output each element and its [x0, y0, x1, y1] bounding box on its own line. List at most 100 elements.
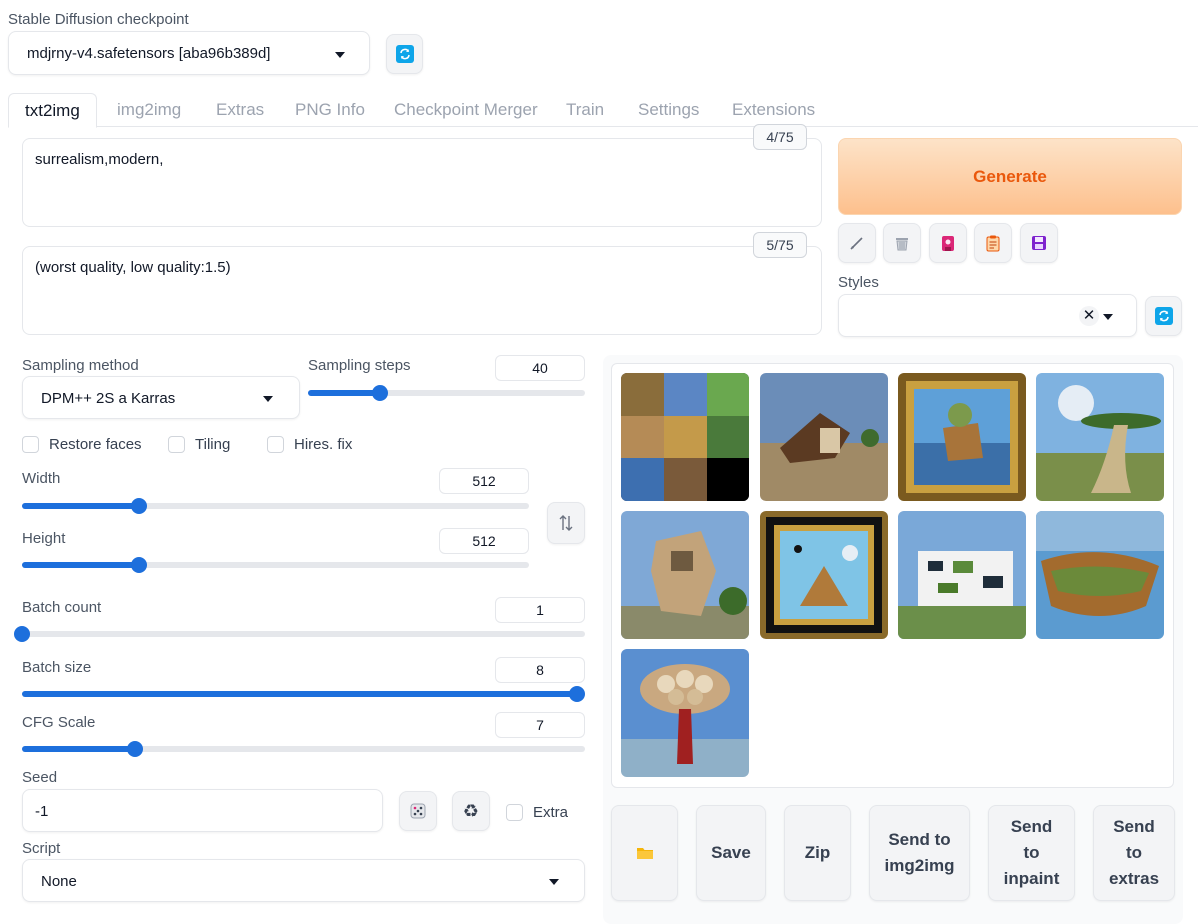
tab-settings[interactable]: Settings [638, 93, 699, 127]
checkpoint-select[interactable]: mdjrny-v4.safetensors [aba96b389d] [8, 31, 370, 75]
save-style-button[interactable] [1020, 223, 1058, 263]
save-button[interactable]: Save [696, 805, 766, 901]
slider-fill [22, 746, 135, 752]
clear-prompt-button[interactable] [883, 223, 921, 263]
seed-label: Seed [22, 769, 58, 786]
tiling-checkbox[interactable]: Tiling [168, 436, 230, 453]
tab-txt2img[interactable]: txt2img [8, 93, 97, 128]
script-select[interactable]: None [22, 859, 585, 902]
extra-networks-button[interactable] [929, 223, 967, 263]
sampling-steps-input[interactable]: 40 [495, 355, 585, 381]
batch-size-slider[interactable] [22, 686, 585, 702]
negative-prompt-textarea[interactable]: (worst quality, low quality:1.5) [22, 246, 822, 335]
sampling-method-label: Sampling method [22, 357, 139, 374]
image-thumbnail [621, 649, 749, 777]
tiling-label: Tiling [195, 436, 231, 453]
trash-icon [896, 238, 908, 251]
swap-dimensions-button[interactable] [547, 502, 585, 544]
chevron-down-icon [549, 879, 559, 885]
height-label: Height [22, 530, 66, 547]
cfg-scale-slider[interactable] [22, 741, 585, 757]
extra-seed-checkbox[interactable]: Extra [506, 804, 568, 821]
checkpoint-value: mdjrny-v4.safetensors [aba96b389d] [27, 45, 271, 62]
read-params-button[interactable] [838, 223, 876, 263]
send-to-inpaint-button[interactable]: Send to inpaint [988, 805, 1075, 901]
batch-size-label: Batch size [22, 659, 92, 676]
slider-thumb[interactable] [130, 498, 147, 514]
sampling-steps-label: Sampling steps [308, 357, 411, 374]
extra-label: Extra [533, 804, 569, 821]
swap-vertical-icon [559, 515, 573, 531]
gallery-image[interactable] [1036, 511, 1164, 639]
checkbox-box[interactable] [168, 436, 185, 453]
slider-fill [22, 691, 577, 697]
slider-fill [22, 562, 139, 568]
batch-count-slider[interactable] [14, 626, 585, 642]
prompt-textarea[interactable]: surrealism,modern, [22, 138, 822, 227]
prompt-text: surrealism,modern, [35, 151, 164, 168]
script-label: Script [22, 840, 61, 857]
slider-thumb[interactable] [130, 557, 147, 573]
negative-prompt-text: (worst quality, low quality:1.5) [35, 259, 231, 276]
tab-png-info[interactable]: PNG Info [295, 93, 365, 127]
gallery-image[interactable] [898, 373, 1026, 501]
gallery-image[interactable] [760, 511, 888, 639]
cfg-scale-input[interactable]: 7 [495, 712, 585, 738]
slider-thumb[interactable] [126, 741, 143, 757]
styles-label: Styles [838, 274, 879, 291]
refresh-checkpoint-button[interactable] [386, 34, 423, 74]
bookmark-icon [942, 236, 954, 251]
sampling-steps-slider[interactable] [308, 385, 585, 401]
height-input[interactable]: 512 [439, 528, 529, 554]
image-thumbnail [898, 511, 1026, 639]
gallery-image[interactable] [760, 373, 888, 501]
prompt-token-counter: 4/75 [753, 124, 807, 150]
gallery-image[interactable] [621, 649, 749, 777]
hires-fix-checkbox[interactable]: Hires. fix [267, 436, 352, 453]
seed-value: -1 [35, 803, 49, 820]
folder-icon [636, 848, 653, 859]
random-seed-button[interactable] [399, 791, 437, 831]
refresh-styles-button[interactable] [1145, 296, 1182, 336]
reuse-seed-button[interactable]: ♻ [452, 791, 490, 831]
tab-extras[interactable]: Extras [216, 93, 264, 127]
open-folder-button[interactable] [611, 805, 678, 901]
styles-select[interactable]: ✕ [838, 294, 1137, 337]
gallery-image[interactable] [1036, 373, 1164, 501]
restore-faces-checkbox[interactable]: Restore faces [22, 436, 142, 453]
gallery-image[interactable] [621, 373, 749, 501]
checkbox-box[interactable] [506, 804, 523, 821]
batch-count-input[interactable]: 1 [495, 597, 585, 623]
image-thumbnail [898, 373, 1026, 501]
checkbox-box[interactable] [267, 436, 284, 453]
image-thumbnail [760, 511, 888, 639]
script-value: None [41, 873, 77, 890]
tab-img2img[interactable]: img2img [117, 93, 181, 127]
tab-extensions[interactable]: Extensions [732, 93, 815, 127]
gallery-image[interactable] [898, 511, 1026, 639]
width-input[interactable]: 512 [439, 468, 529, 494]
height-slider[interactable] [22, 557, 529, 573]
negative-prompt-token-counter: 5/75 [753, 232, 807, 258]
save-disk-icon [1032, 236, 1046, 250]
send-to-img2img-button[interactable]: Send to img2img [869, 805, 970, 901]
seed-input[interactable]: -1 [22, 789, 383, 832]
image-thumbnail [621, 511, 749, 639]
apply-styles-button[interactable] [974, 223, 1012, 263]
send-to-extras-button[interactable]: Send to extras [1093, 805, 1175, 901]
width-slider[interactable] [22, 498, 529, 514]
slider-thumb[interactable] [372, 385, 389, 401]
generate-button[interactable]: Generate [838, 138, 1182, 215]
checkbox-box[interactable] [22, 436, 39, 453]
batch-size-input[interactable]: 8 [495, 657, 585, 683]
zip-button[interactable]: Zip [784, 805, 851, 901]
tab-checkpoint-merger[interactable]: Checkpoint Merger [394, 93, 538, 127]
gallery-image[interactable] [621, 511, 749, 639]
tab-train[interactable]: Train [566, 93, 604, 127]
chevron-down-icon [263, 396, 273, 402]
image-thumbnail [1036, 511, 1164, 639]
slider-thumb[interactable] [569, 686, 585, 702]
sampling-method-select[interactable]: DPM++ 2S a Karras [22, 376, 300, 419]
slider-thumb[interactable] [14, 626, 30, 642]
close-icon[interactable]: ✕ [1079, 306, 1099, 326]
